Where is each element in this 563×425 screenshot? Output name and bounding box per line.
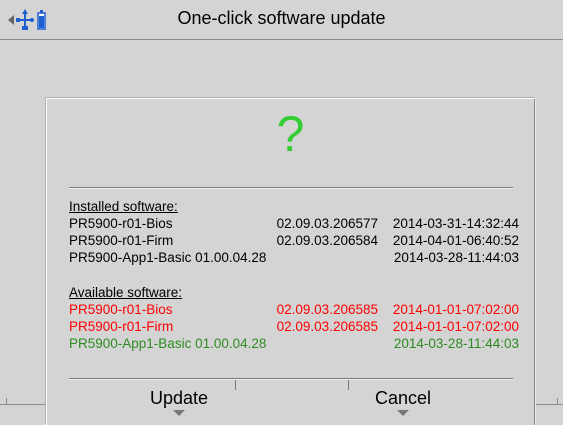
software-date: 2014-03-28-11:44:03 <box>393 336 519 351</box>
available-row: PR5900-r01-Firm 02.09.03.206585 2014-01-… <box>69 318 519 335</box>
update-dialog: ? Installed software: PR5900-r01-Bios 02… <box>46 98 535 425</box>
down-arrow-icon <box>397 410 409 416</box>
title-bar: One-click software update <box>0 0 563 40</box>
frame-tick-left <box>6 398 7 405</box>
cancel-button[interactable]: Cancel <box>323 386 483 425</box>
update-button-label: Update <box>149 388 209 408</box>
available-software-section: Available software: PR5900-r01-Bios 02.0… <box>69 284 519 352</box>
software-date: 2014-03-31-14:32:44 <box>392 216 519 231</box>
available-row: PR5900-App1-Basic 01.00.04.28 2014-03-28… <box>69 335 519 352</box>
available-software-title: Available software: <box>69 285 183 300</box>
installed-row: PR5900-r01-Firm 02.09.03.206584 2014-04-… <box>69 232 519 249</box>
down-arrow-icon <box>173 410 185 416</box>
frame-tick-right <box>557 398 558 405</box>
cancel-button-label: Cancel <box>374 388 432 408</box>
divider-top <box>69 187 513 189</box>
software-version: 02.09.03.206577 <box>276 216 378 231</box>
installed-software-section: Installed software: PR5900-r01-Bios 02.0… <box>69 198 519 266</box>
frame-line-right <box>534 404 563 405</box>
software-name: PR5900-r01-Bios <box>69 302 173 317</box>
window-title: One-click software update <box>177 8 386 28</box>
software-name: PR5900-App1-Basic 01.00.04.28 <box>69 250 267 265</box>
installed-row: PR5900-App1-Basic 01.00.04.28 2014-03-28… <box>69 249 519 266</box>
software-name: PR5900-App1-Basic 01.00.04.28 <box>69 336 267 351</box>
available-row: PR5900-r01-Bios 02.09.03.206585 2014-01-… <box>69 301 519 318</box>
software-version: 02.09.03.206585 <box>276 319 378 334</box>
software-version: 02.09.03.206585 <box>276 302 378 317</box>
software-date: 2014-01-01-07:02:00 <box>392 319 519 334</box>
question-mark-icon: ? <box>276 106 305 162</box>
installed-row: PR5900-r01-Bios 02.09.03.206577 2014-03-… <box>69 215 519 232</box>
software-date: 2014-04-01-06:40:52 <box>392 233 519 248</box>
divider-bottom <box>69 378 513 380</box>
software-name: PR5900-r01-Firm <box>69 319 174 334</box>
software-version: 02.09.03.206584 <box>276 233 378 248</box>
software-name: PR5900-r01-Bios <box>69 216 173 231</box>
update-button[interactable]: Update <box>99 386 259 425</box>
software-name: PR5900-r01-Firm <box>69 233 174 248</box>
software-date: 2014-03-28-11:44:03 <box>393 250 519 265</box>
software-date: 2014-01-01-07:02:00 <box>392 302 519 317</box>
installed-software-title: Installed software: <box>69 199 178 214</box>
